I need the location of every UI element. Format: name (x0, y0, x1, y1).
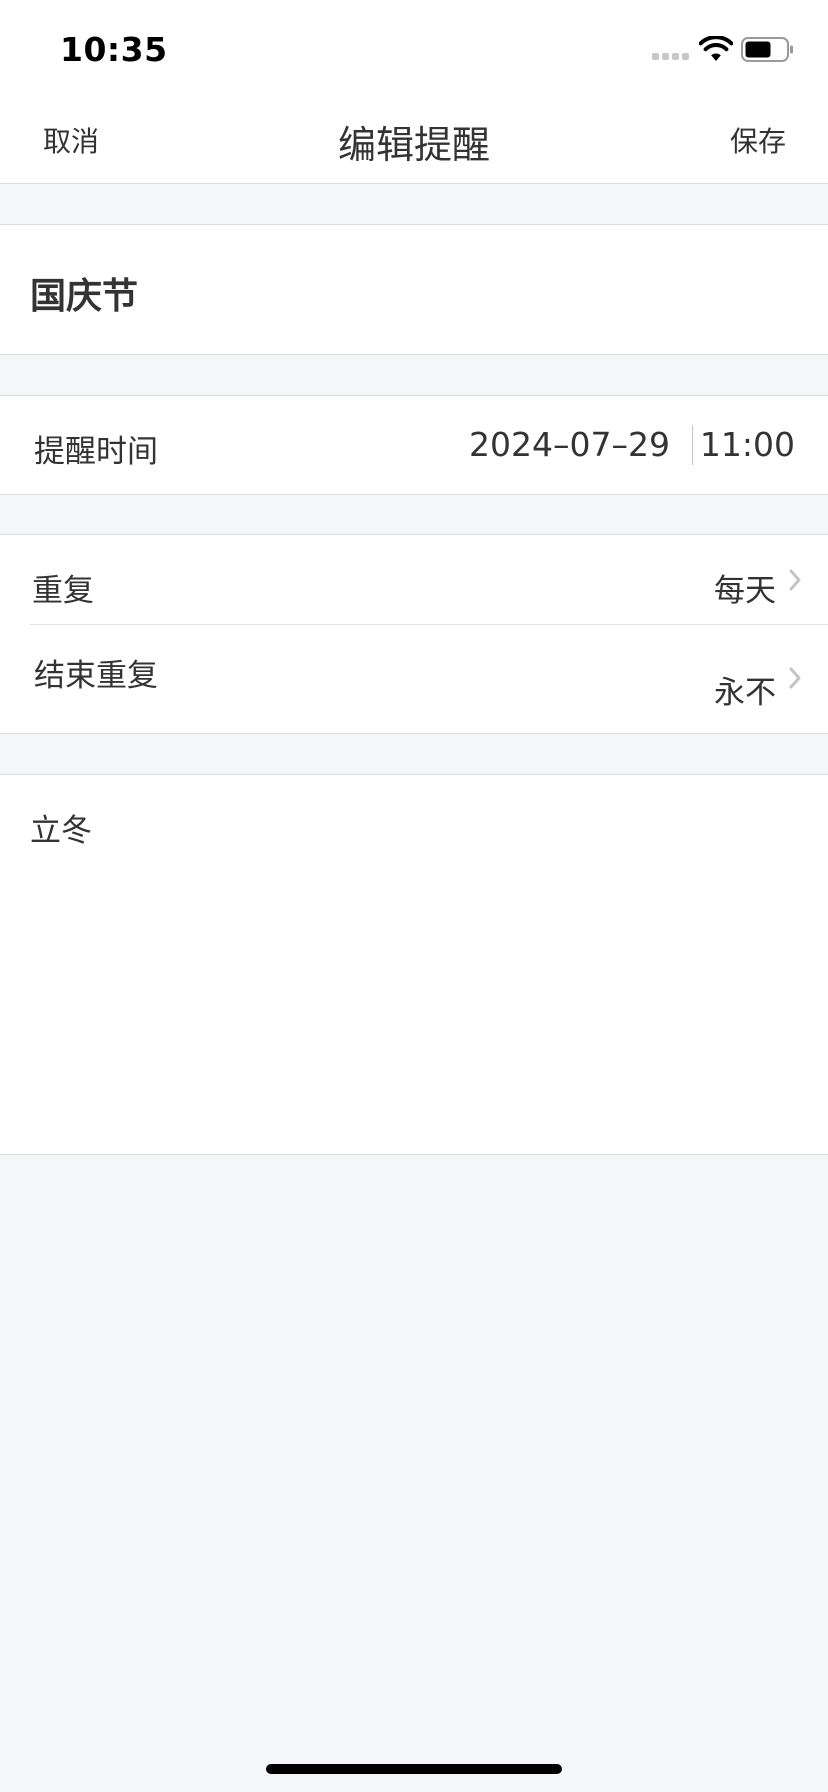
reminder-time-label: 提醒时间 (34, 434, 158, 470)
reminder-time-row: 提醒时间 2024–07–29 11:00 (0, 395, 828, 495)
status-bar: 10:35 (0, 0, 828, 90)
reminder-time-picker[interactable]: 11:00 (700, 425, 795, 464)
top-area: 10:35 取消 编辑提醒 保存 (0, 0, 828, 184)
home-indicator (266, 1764, 562, 1774)
page-title: 编辑提醒 (337, 123, 490, 167)
save-button[interactable]: 保存 (730, 120, 786, 160)
repeat-label: 重复 (32, 573, 94, 609)
signal-dots-icon (652, 53, 689, 60)
wifi-icon (699, 36, 733, 61)
repeat-row[interactable]: 重复 每天 (0, 535, 828, 624)
reminder-title: 国庆节 (30, 276, 139, 317)
battery-icon (741, 37, 793, 62)
note-text: 立冬 (30, 813, 92, 849)
chevron-right-icon (789, 667, 801, 689)
date-time-divider (692, 425, 693, 465)
note-textarea[interactable]: 立冬 (0, 774, 828, 1155)
end-repeat-row[interactable]: 结束重复 永不 (0, 625, 828, 734)
repeat-value: 每天 (714, 573, 776, 609)
reminder-date-picker[interactable]: 2024–07–29 (469, 425, 670, 464)
nav-bar: 取消 编辑提醒 保存 (0, 90, 828, 183)
end-repeat-value: 永不 (714, 675, 776, 711)
chevron-right-icon (789, 569, 801, 591)
reminder-title-field[interactable]: 国庆节 (0, 224, 828, 355)
status-time: 10:35 (60, 30, 168, 69)
repeat-group: 重复 每天 结束重复 永不 (0, 534, 828, 734)
end-repeat-label: 结束重复 (34, 658, 158, 694)
